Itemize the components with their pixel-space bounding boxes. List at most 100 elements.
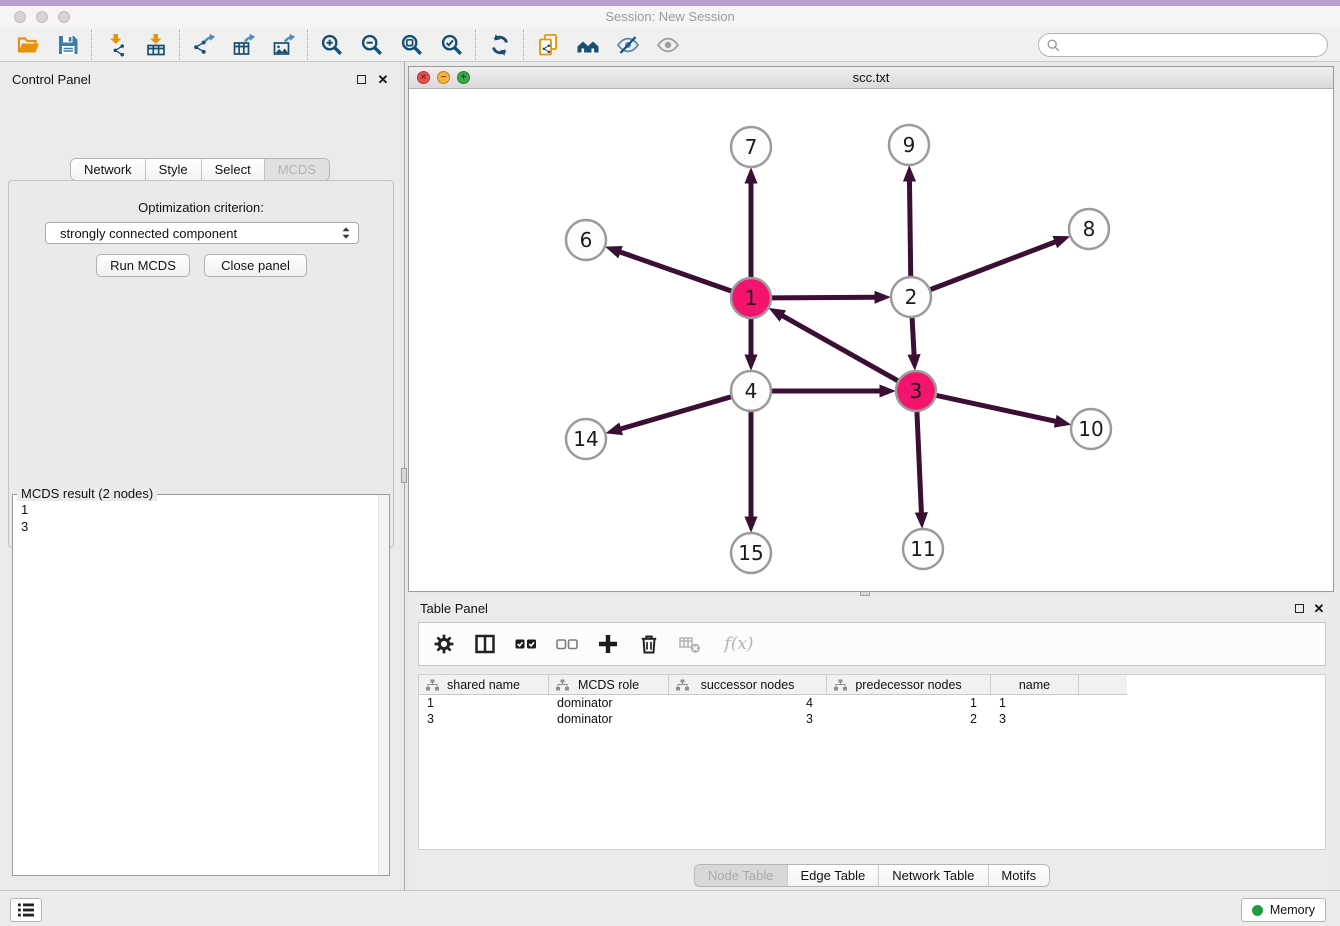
select-all-button[interactable] bbox=[513, 631, 539, 657]
frame-close-icon[interactable]: × bbox=[417, 71, 430, 84]
float-icon bbox=[1295, 604, 1304, 613]
memory-button[interactable]: Memory bbox=[1241, 898, 1326, 922]
export-network-button[interactable] bbox=[187, 30, 220, 60]
close-panel-button[interactable]: Close panel bbox=[204, 254, 307, 277]
zoom-fit-button[interactable] bbox=[395, 30, 428, 60]
node-label-15: 15 bbox=[738, 541, 763, 565]
export-image-button[interactable] bbox=[267, 30, 300, 60]
result-node-id: 1 bbox=[21, 501, 381, 518]
result-scrollbar[interactable] bbox=[378, 495, 389, 875]
delete-table-button bbox=[677, 631, 703, 657]
tab-mcds[interactable]: MCDS bbox=[265, 159, 329, 180]
run-mcds-button[interactable]: Run MCDS bbox=[96, 254, 190, 277]
vertical-splitter[interactable] bbox=[400, 62, 408, 890]
search-input[interactable] bbox=[1065, 35, 1327, 55]
show-all-button[interactable] bbox=[651, 30, 684, 60]
tab-motifs[interactable]: Motifs bbox=[988, 865, 1049, 886]
table-row[interactable]: 1dominator411 bbox=[419, 695, 1127, 711]
open-file-button[interactable] bbox=[11, 30, 44, 60]
splitter-handle[interactable] bbox=[401, 468, 407, 483]
control-panel-close-button[interactable]: ✕ bbox=[376, 72, 390, 86]
network-frame-titlebar[interactable]: × − + scc.txt bbox=[409, 67, 1333, 89]
show-column-panel-button[interactable] bbox=[472, 631, 498, 657]
edge-2-8[interactable] bbox=[931, 241, 1057, 289]
close-icon: ✕ bbox=[378, 73, 389, 86]
cell-shared-name[interactable]: 1 bbox=[419, 695, 549, 711]
column-header-successor-nodes[interactable]: successor nodes bbox=[669, 675, 827, 694]
column-header-shared-name[interactable]: shared name bbox=[419, 675, 549, 694]
control-panel-title: Control Panel bbox=[12, 72, 91, 87]
table-body: 1dominator4113dominator323 bbox=[419, 695, 1325, 727]
control-panel: Control Panel ✕ NetworkStyleSelectMCDS O… bbox=[0, 62, 400, 890]
export-table-button[interactable] bbox=[227, 30, 260, 60]
first-neighbors-button[interactable] bbox=[571, 30, 604, 60]
tab-edge-table[interactable]: Edge Table bbox=[787, 865, 879, 886]
tab-node-table[interactable]: Node Table bbox=[695, 865, 788, 886]
table-row[interactable]: 3dominator323 bbox=[419, 711, 1127, 727]
tab-select[interactable]: Select bbox=[202, 159, 265, 180]
edge-3-1[interactable] bbox=[781, 315, 897, 381]
result-node-id: 3 bbox=[21, 518, 381, 535]
edge-2-9[interactable] bbox=[909, 180, 910, 276]
window-minimize-icon[interactable] bbox=[36, 11, 48, 23]
delete-selected-button[interactable] bbox=[636, 631, 662, 657]
import-network-icon bbox=[104, 33, 128, 57]
edge-1-6[interactable] bbox=[619, 252, 731, 291]
edge-2-3[interactable] bbox=[912, 318, 914, 356]
table-panel-float-button[interactable] bbox=[1292, 601, 1306, 615]
settings-button[interactable] bbox=[431, 631, 457, 657]
window-close-icon[interactable] bbox=[14, 11, 26, 23]
hide-selected-button[interactable] bbox=[611, 30, 644, 60]
column-header-predecessor-nodes[interactable]: predecessor nodes bbox=[827, 675, 991, 694]
edge-3-11[interactable] bbox=[917, 412, 922, 514]
node-table[interactable]: shared nameMCDS rolesuccessor nodesprede… bbox=[418, 674, 1326, 850]
cell-successor-nodes[interactable]: 4 bbox=[669, 695, 827, 711]
frame-maximize-icon[interactable]: + bbox=[457, 71, 470, 84]
zoom-in-button[interactable] bbox=[315, 30, 348, 60]
toolbar-group bbox=[476, 30, 524, 60]
mcds-result-list: 13 bbox=[13, 495, 389, 541]
function-builder-icon: f(x) bbox=[724, 634, 753, 654]
tab-style[interactable]: Style bbox=[146, 159, 202, 180]
clone-network-icon bbox=[536, 33, 560, 57]
table-panel-close-button[interactable]: ✕ bbox=[1312, 601, 1326, 615]
edge-4-14[interactable] bbox=[620, 397, 731, 429]
zoom-out-icon bbox=[360, 33, 384, 57]
control-panel-float-button[interactable] bbox=[354, 72, 368, 86]
cell-predecessor-nodes[interactable]: 2 bbox=[827, 711, 991, 727]
cell-name[interactable]: 1 bbox=[991, 695, 1079, 711]
edge-3-10[interactable] bbox=[937, 395, 1057, 421]
cell-name[interactable]: 3 bbox=[991, 711, 1079, 727]
column-header-name[interactable]: name bbox=[991, 675, 1079, 694]
import-network-button[interactable] bbox=[99, 30, 132, 60]
refresh-button[interactable] bbox=[483, 30, 516, 60]
window-zoom-icon[interactable] bbox=[58, 11, 70, 23]
hide-selected-icon bbox=[616, 33, 640, 57]
add-column-button[interactable] bbox=[595, 631, 621, 657]
tab-network-table[interactable]: Network Table bbox=[879, 865, 988, 886]
select-all-icon bbox=[514, 632, 538, 656]
cell-predecessor-nodes[interactable]: 1 bbox=[827, 695, 991, 711]
clone-network-button[interactable] bbox=[531, 30, 564, 60]
frame-minimize-icon[interactable]: − bbox=[437, 71, 450, 84]
column-header-MCDS-role[interactable]: MCDS role bbox=[549, 675, 669, 694]
optimization-criterion-select[interactable]: strongly connected component bbox=[45, 222, 359, 244]
import-table-button[interactable] bbox=[139, 30, 172, 60]
zoom-out-button[interactable] bbox=[355, 30, 388, 60]
cell-MCDS-role[interactable]: dominator bbox=[549, 711, 669, 727]
node-label-4: 4 bbox=[745, 379, 758, 403]
cell-shared-name[interactable]: 3 bbox=[419, 711, 549, 727]
task-history-button[interactable] bbox=[10, 898, 42, 922]
edge-1-2[interactable] bbox=[772, 297, 876, 298]
save-session-button[interactable] bbox=[51, 30, 84, 60]
cell-successor-nodes[interactable]: 3 bbox=[669, 711, 827, 727]
network-canvas[interactable]: 7968124314101511 bbox=[409, 89, 1333, 591]
node-label-3: 3 bbox=[910, 379, 923, 403]
tab-network[interactable]: Network bbox=[71, 159, 146, 180]
zoom-selected-button[interactable] bbox=[435, 30, 468, 60]
toolbar-group bbox=[180, 30, 308, 60]
search-box[interactable] bbox=[1038, 33, 1328, 57]
deselect-all-button[interactable] bbox=[554, 631, 580, 657]
cell-MCDS-role[interactable]: dominator bbox=[549, 695, 669, 711]
network-graph[interactable]: 7968124314101511 bbox=[409, 89, 1333, 591]
